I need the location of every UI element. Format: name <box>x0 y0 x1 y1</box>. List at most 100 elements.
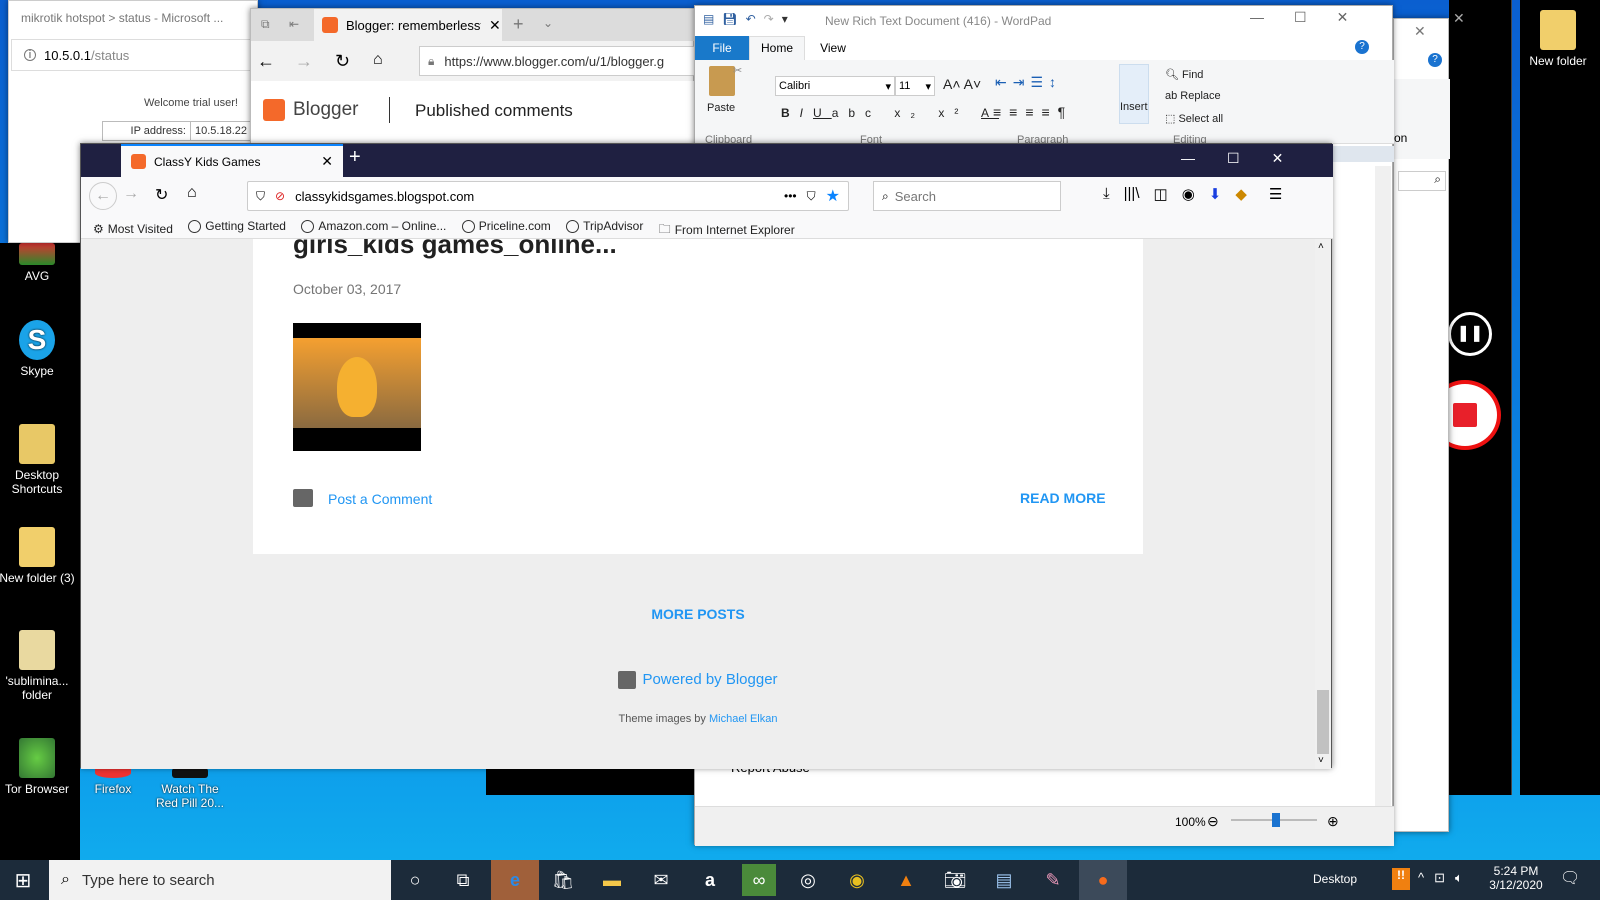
scroll-up-icon[interactable]: ˄ <box>1318 241 1324 252</box>
search-input[interactable]: ⌕ Search <box>873 181 1061 211</box>
scrollbar-thumb[interactable] <box>1317 690 1329 754</box>
select-all-button[interactable]: ⬚ Select all <box>1165 112 1223 125</box>
cortana-icon[interactable]: ○ <box>398 864 432 896</box>
taskbar-color-app[interactable]: ◉ <box>840 864 874 896</box>
extension-icon[interactable]: ◆ <box>1235 185 1247 203</box>
tab-file[interactable]: File <box>695 36 749 60</box>
taskbar-mail[interactable]: ✉ <box>644 864 678 896</box>
shield-icon[interactable]: ⛉ <box>256 189 265 204</box>
desktop-icon-tor-browser[interactable]: Tor Browser <box>0 738 75 796</box>
vertical-scrollbar[interactable] <box>1375 166 1391 806</box>
new-tab-icon[interactable]: + <box>349 146 361 169</box>
maximize-icon[interactable]: ☐ <box>1294 9 1307 26</box>
undo-icon[interactable]: ↶ <box>746 12 756 26</box>
sidebar-icon[interactable]: ◫ <box>1154 185 1168 203</box>
close-icon[interactable]: ✕ <box>1414 23 1426 40</box>
help-icon[interactable]: ? <box>1428 53 1442 67</box>
powered-by-blogger-link[interactable]: Powered by Blogger <box>81 671 1315 690</box>
desktop-icon-subliminal-folder[interactable]: 'sublimina... folder <box>0 630 75 702</box>
extension-download-icon[interactable]: ⬇ <box>1209 185 1222 203</box>
maximize-icon[interactable]: ☐ <box>1227 150 1240 167</box>
zoom-in-icon[interactable]: ⊕ <box>1327 813 1339 830</box>
forward-icon[interactable]: → <box>295 51 313 72</box>
chevron-up-icon[interactable]: ^ <box>1418 870 1424 886</box>
tab-view[interactable]: View <box>805 36 861 60</box>
minimize-icon[interactable]: — <box>1250 9 1264 26</box>
clock[interactable]: 5:24 PM 3/12/2020 <box>1486 864 1546 892</box>
tab-classy-kids-games[interactable]: ClassY Kids Games ✕ <box>121 144 343 177</box>
paste-button[interactable]: Paste <box>707 102 735 114</box>
desktop-icon-desktop-shortcuts[interactable]: Desktop Shortcuts <box>0 424 75 496</box>
task-view-icon[interactable]: ⧉ <box>446 864 480 896</box>
tab-home[interactable]: Home <box>749 36 805 60</box>
bookmark-priceline[interactable]: Priceline.com <box>461 219 551 233</box>
grow-font-icon[interactable]: A˄ A˅ <box>943 76 981 92</box>
close-icon[interactable]: ✕ <box>1272 150 1284 167</box>
bookmark-folder-ie[interactable]: 🗀 From Internet Explorer <box>659 220 795 241</box>
address-bar[interactable]: 🔒︎ https://www.blogger.com/u/1/blogger.g <box>419 46 699 76</box>
paste-icon[interactable] <box>709 66 735 96</box>
address-bar[interactable]: i 10.5.0.1/status <box>11 39 257 71</box>
download-icon[interactable]: ⤓ <box>1103 185 1110 203</box>
help-icon[interactable]: ? <box>1355 40 1369 54</box>
desktop-icon-new-folder-3[interactable]: New folder (3) <box>0 527 75 585</box>
search-icon[interactable]: ⌕ <box>1398 171 1446 191</box>
network-icon[interactable]: ⊡ <box>1434 870 1445 886</box>
close-icon[interactable]: ✕ <box>1453 10 1465 27</box>
vertical-scrollbar[interactable]: ˄ ˅ <box>1315 239 1331 769</box>
new-tab-icon[interactable]: + <box>513 14 524 35</box>
pause-button[interactable]: ❚❚ <box>1448 312 1492 356</box>
post-comment-link[interactable]: Post a Comment <box>328 491 432 507</box>
back-icon[interactable]: ← <box>257 51 275 72</box>
back-button[interactable]: ← <box>89 182 117 210</box>
customize-icon[interactable]: ▾ <box>782 12 788 26</box>
star-icon[interactable]: ★ <box>826 186 840 206</box>
align-buttons[interactable]: ≡≡≡≡¶ <box>993 104 1073 120</box>
comment-icon[interactable] <box>293 489 313 507</box>
account-icon[interactable]: ◉ <box>1182 185 1195 203</box>
desktop-icon-skype[interactable]: S Skype <box>0 320 75 378</box>
action-center-icon[interactable]: 🗨︎ <box>1560 868 1580 888</box>
font-size-select[interactable]: 11 ▾ <box>895 76 935 96</box>
close-tab-icon[interactable]: ✕ <box>321 153 333 170</box>
desktop-toolbar-label[interactable]: Desktop <box>1313 872 1357 886</box>
zoom-slider[interactable] <box>1231 813 1317 827</box>
taskbar-amazon[interactable]: a <box>693 864 727 896</box>
taskbar-file-explorer[interactable]: ▬ <box>595 864 629 896</box>
post-thumbnail[interactable] <box>293 323 421 451</box>
redo-icon[interactable]: ↷ <box>764 12 774 26</box>
tab-blogger[interactable]: Blogger: rememberlessf ✕ <box>314 9 502 41</box>
tab-preview-icon[interactable]: ⧉ <box>261 17 270 32</box>
font-name-select[interactable]: Calibri ▾ <box>775 76 895 96</box>
volume-icon[interactable]: 🔈︎ <box>1455 870 1463 886</box>
close-tab-icon[interactable]: ✕ <box>489 17 501 34</box>
save-icon[interactable]: 💾︎ <box>722 12 737 26</box>
font-format-buttons[interactable]: BIUabc x₂ x² A <box>781 106 999 120</box>
reload-button[interactable]: ↻ <box>155 185 168 205</box>
taskbar-camera[interactable]: 📷︎ <box>938 864 972 896</box>
read-more-link[interactable]: READ MORE <box>1020 490 1106 506</box>
menu-icon[interactable]: ☰ <box>1269 185 1282 203</box>
refresh-icon[interactable]: ↻ <box>335 51 350 72</box>
notification-app-icon[interactable]: !! <box>1392 868 1410 890</box>
library-icon[interactable]: |||\ <box>1124 185 1140 203</box>
more-icon[interactable]: ••• <box>784 189 797 203</box>
zoom-slider-thumb[interactable] <box>1272 813 1280 827</box>
bookmark-getting-started[interactable]: Getting Started <box>188 219 286 233</box>
replace-button[interactable]: ab Replace <box>1165 90 1221 102</box>
taskbar-wordpad[interactable]: ▤ <box>987 864 1021 896</box>
taskbar-search-input[interactable]: ⌕ Type here to search <box>49 860 391 900</box>
pocket-icon[interactable]: ⛉ <box>807 189 816 204</box>
theme-author-link[interactable]: Michael Elkan <box>709 713 777 725</box>
start-button[interactable]: ⊞ <box>6 864 40 896</box>
minimize-icon[interactable]: — <box>1181 150 1195 167</box>
taskbar-vlc[interactable]: ▲ <box>889 864 923 896</box>
paragraph-buttons[interactable]: ⇤⇥☰↕ <box>995 74 1062 91</box>
home-icon[interactable]: ⌂ <box>373 51 383 69</box>
taskbar-firefox[interactable]: ● <box>1079 860 1127 900</box>
taskbar-store[interactable]: 🛍︎ <box>546 864 580 896</box>
desktop-icon-new-folder[interactable]: New folder <box>1518 10 1598 68</box>
bookmark-most-visited[interactable]: ⚙ Most Visited <box>93 222 173 236</box>
post-title[interactable]: girls_kids games_online... <box>293 239 617 260</box>
taskbar-tripadvisor[interactable]: ∞ <box>742 864 776 896</box>
